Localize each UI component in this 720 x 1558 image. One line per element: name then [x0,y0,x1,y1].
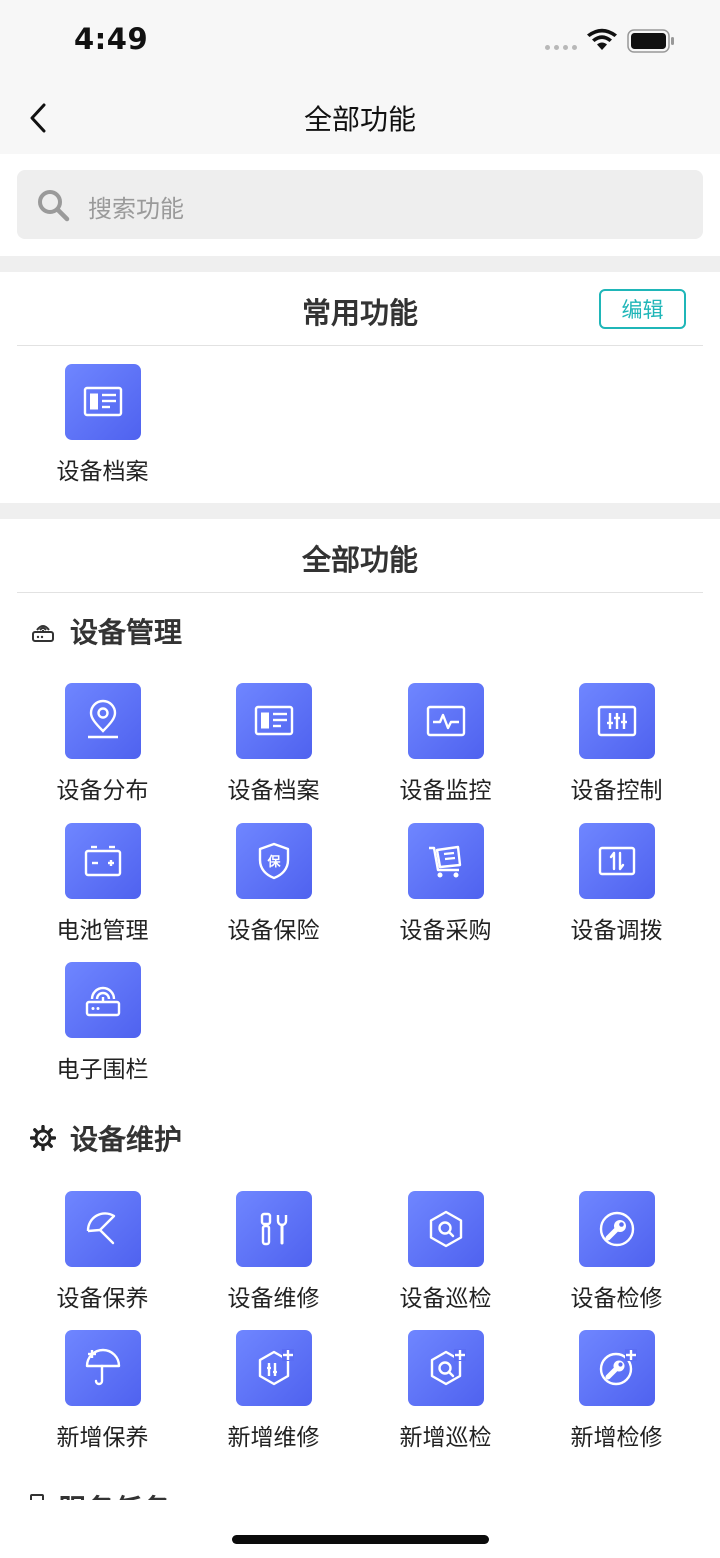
item-label: 电池管理 [56,918,149,944]
category-title: 设备维护 [70,1123,183,1156]
item-device-archive[interactable]: 设备档案 [188,683,359,821]
signal-icon [545,45,577,50]
item-add-inspection[interactable]: 新增巡检 [360,1330,531,1468]
item-add-upkeep[interactable]: 新增保养 [17,1330,188,1468]
tools-icon [236,1191,312,1267]
item-device-distribution[interactable]: 设备分布 [17,683,188,821]
item-label: 设备采购 [399,918,492,944]
pulse-monitor-icon [408,683,484,759]
status-time: 4:49 [74,22,149,56]
svg-text:保: 保 [266,854,281,870]
battery-status-icon [627,29,674,53]
search-icon [38,190,70,222]
navigation-bar: 全部功能 [0,80,720,154]
item-device-control[interactable]: 设备控制 [531,683,702,821]
frequent-section-header: 常用功能 编辑 [0,272,720,344]
section-gap [0,256,720,272]
item-label: 设备检修 [570,1286,663,1312]
item-label: 电子围栏 [56,1057,149,1083]
item-add-repair[interactable]: 新增维修 [188,1330,359,1468]
router-icon [32,625,54,642]
sliders-icon [579,683,655,759]
item-label: 设备监控 [399,778,492,804]
item-label: 设备档案 [56,459,149,485]
item-label: 新增检修 [570,1425,663,1451]
item-label: 设备保养 [56,1286,149,1312]
divider [17,592,703,593]
item-electronic-fence[interactable]: 电子围栏 [17,962,188,1100]
location-pin-icon [65,683,141,759]
item-device-insurance[interactable]: 保 设备保险 [188,823,359,961]
category-header-device-maintenance: 设备维护 [30,1118,182,1158]
item-add-overhaul[interactable]: 新增检修 [531,1330,702,1468]
id-card-icon [65,364,141,440]
edit-button[interactable]: 编辑 [599,289,686,329]
frequent-item-device-archive[interactable]: 设备档案 [17,364,188,502]
category-title: 服务任务 [58,1490,170,1500]
add-tools-icon [236,1330,312,1406]
search-placeholder: 搜索功能 [88,195,184,223]
item-label: 设备分布 [56,778,149,804]
all-section-header: 全部功能 [0,519,720,591]
item-device-purchase[interactable]: 设备采购 [360,823,531,961]
router-icon [65,962,141,1038]
item-device-repair[interactable]: 设备维修 [188,1191,359,1329]
search-section: 搜索功能 [0,154,720,256]
item-label: 新增巡检 [399,1425,492,1451]
page-title: 全部功能 [303,103,416,136]
id-card-icon [236,683,312,759]
item-device-transfer[interactable]: 设备调拨 [531,823,702,961]
item-label: 设备调拨 [570,918,663,944]
shield-icon: 保 [236,823,312,899]
item-device-inspection[interactable]: 设备巡检 [360,1191,531,1329]
home-indicator [232,1535,489,1544]
item-device-upkeep[interactable]: 设备保养 [17,1191,188,1329]
item-label: 新增维修 [227,1425,320,1451]
status-bar: 4:49 [0,0,720,80]
category-header-service-tasks: 服务任务 [30,1490,170,1500]
add-wrench-icon [579,1330,655,1406]
item-label: 设备维修 [227,1286,320,1312]
item-label: 设备档案 [227,778,320,804]
wrench-circle-icon [579,1191,655,1267]
item-label: 设备巡检 [399,1286,492,1312]
umbrella-icon [65,1191,141,1267]
add-umbrella-icon [65,1330,141,1406]
category-title: 设备管理 [70,616,183,649]
cart-icon [408,823,484,899]
inspect-icon [408,1191,484,1267]
add-inspect-icon [408,1330,484,1406]
category-header-device-management: 设备管理 [30,611,182,651]
item-label: 设备控制 [570,778,663,804]
wifi-icon [587,28,617,50]
item-battery-management[interactable]: 电池管理 [17,823,188,961]
item-label: 新增保养 [56,1425,149,1451]
search-input[interactable]: 搜索功能 [17,170,703,239]
item-label: 设备保险 [227,918,320,944]
transfer-icon [579,823,655,899]
divider [17,345,703,346]
section-gap [0,503,720,519]
item-device-overhaul[interactable]: 设备检修 [531,1191,702,1329]
item-device-monitoring[interactable]: 设备监控 [360,683,531,821]
battery-icon [65,823,141,899]
all-section-title: 全部功能 [301,543,418,577]
gear-icon [30,1125,56,1151]
task-icon [30,1494,44,1500]
